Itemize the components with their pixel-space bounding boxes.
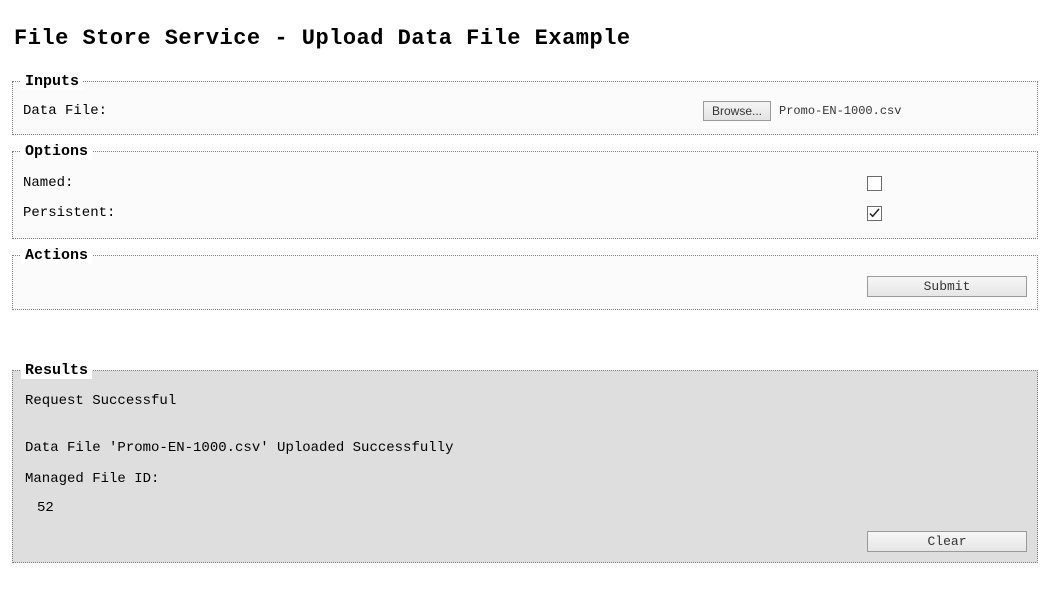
options-legend: Options [21, 143, 92, 160]
selected-file-name: Promo-EN-1000.csv [779, 104, 901, 118]
persistent-checkbox[interactable] [867, 206, 882, 221]
persistent-label: Persistent: [23, 205, 867, 221]
actions-legend: Actions [21, 247, 92, 264]
actions-panel: Actions Submit [12, 247, 1038, 310]
results-detail: Data File 'Promo-EN-1000.csv' Uploaded S… [25, 438, 1027, 459]
submit-button[interactable]: Submit [867, 276, 1027, 297]
managed-file-id-value: 52 [37, 498, 1027, 519]
inputs-panel: Inputs Data File: Browse... Promo-EN-100… [12, 73, 1038, 135]
managed-file-id-label: Managed File ID: [25, 469, 1027, 490]
results-status: Request Successful [25, 391, 1027, 412]
inputs-legend: Inputs [21, 73, 83, 90]
browse-button[interactable]: Browse... [703, 101, 771, 121]
named-checkbox[interactable] [867, 176, 882, 191]
page-title: File Store Service - Upload Data File Ex… [14, 26, 1038, 51]
results-panel: Results Request Successful Data File 'Pr… [12, 362, 1038, 563]
results-legend: Results [21, 362, 92, 379]
clear-button[interactable]: Clear [867, 531, 1027, 552]
named-label: Named: [23, 175, 867, 191]
data-file-label: Data File: [23, 103, 703, 119]
options-panel: Options Named: Persistent: [12, 143, 1038, 239]
